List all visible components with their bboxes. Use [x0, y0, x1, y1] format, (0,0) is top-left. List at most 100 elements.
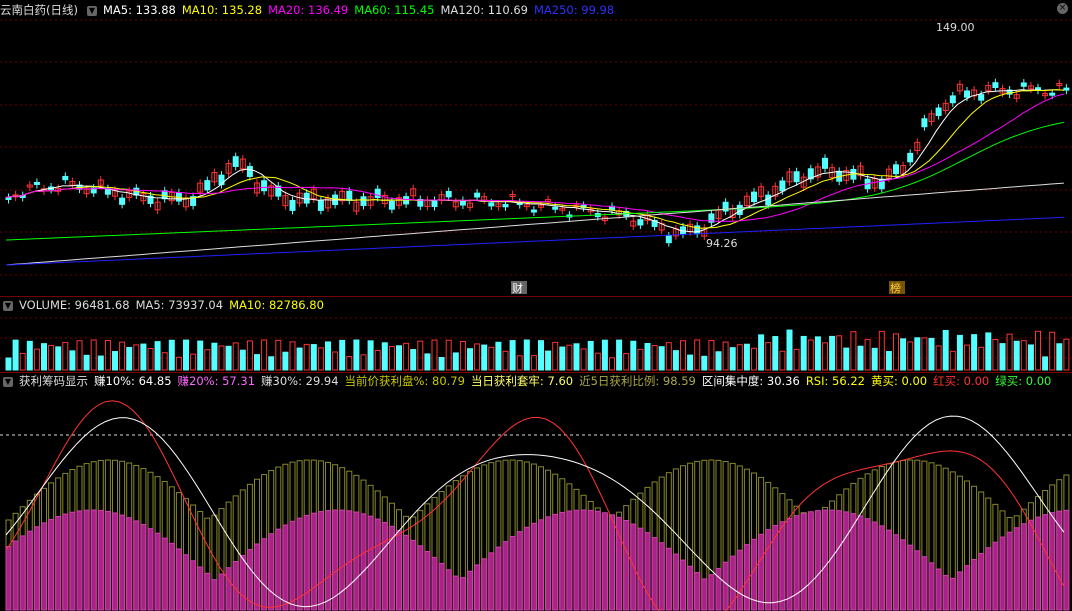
volume-bar [261, 339, 268, 371]
chip-bar [1063, 509, 1070, 611]
volume-bar [346, 356, 353, 371]
volume-bar [751, 347, 757, 371]
chip-bar [715, 567, 722, 611]
volume-bar [999, 343, 1006, 371]
volume-bar [800, 335, 807, 371]
volume-bar [850, 331, 857, 371]
chip-bar [793, 515, 800, 611]
chip-bar [119, 514, 126, 611]
volume-bar [239, 349, 246, 371]
chip-bar [637, 527, 644, 611]
candle-body [246, 166, 253, 177]
volume-bar [1006, 333, 1013, 371]
chip-bar [772, 524, 779, 611]
volume-bar [587, 340, 594, 371]
chip-bar [644, 532, 651, 611]
volume-bar [467, 348, 473, 371]
volume-bar [715, 351, 722, 371]
chip-bar [211, 579, 218, 611]
chip-bar [467, 570, 473, 611]
volume-bar [317, 347, 324, 371]
candle-body [232, 156, 239, 167]
chip-bar [424, 550, 431, 611]
chip-bar [836, 510, 843, 611]
chip-bar [1013, 527, 1020, 611]
volume-bar [864, 339, 871, 371]
volume-bar [495, 341, 502, 371]
chip-bar [630, 523, 637, 611]
chip-bar [538, 519, 544, 611]
volume-bar [296, 347, 303, 371]
chip-bar [672, 553, 679, 611]
chip-bar [481, 558, 488, 611]
candle-body [921, 118, 928, 128]
volume-bar [658, 346, 665, 371]
volume-bar [729, 347, 736, 371]
volume-bar [822, 342, 828, 371]
chip-bar [701, 578, 708, 611]
event-marker-finance[interactable]: 财 [511, 281, 527, 295]
volume-bar [807, 339, 814, 371]
volume-bar [325, 341, 331, 371]
chip-bar [76, 510, 83, 611]
chip-bar [878, 525, 885, 611]
volume-bar [303, 343, 310, 371]
volume-bar [985, 332, 992, 371]
volume-bar [623, 353, 630, 371]
chip-bar [488, 552, 495, 611]
volume-bar [488, 346, 495, 371]
volume-bar [225, 345, 232, 371]
chip-bar [566, 510, 573, 611]
chip-bar [779, 521, 786, 611]
candle-body [119, 197, 126, 205]
volume-bar [758, 334, 765, 371]
candle-body [637, 219, 644, 226]
volume-bar [1027, 344, 1034, 371]
volume-bar [175, 356, 182, 371]
low-price-label: 94.26 [706, 237, 738, 250]
chip-bar [381, 521, 388, 611]
volume-bar [616, 339, 623, 371]
candle-body [289, 199, 296, 211]
stock-chart-canvas[interactable]: 149.00 94.26 财 榜 [0, 0, 1072, 611]
chip-bar [459, 577, 466, 611]
volume-bar [232, 342, 239, 371]
chip-bar [658, 542, 665, 611]
volume-bar [168, 339, 175, 371]
volume-bar [672, 350, 679, 371]
volume-bar [538, 340, 544, 371]
candle-body [303, 192, 310, 204]
chip-bar [225, 567, 232, 611]
chip-bar [474, 564, 481, 611]
volume-bar [481, 344, 488, 371]
chip-bar [112, 512, 118, 611]
volume-bar [956, 334, 963, 371]
volume-bar [161, 352, 168, 371]
volume-bar [197, 340, 204, 371]
candle-body [474, 192, 481, 198]
candle-body [374, 188, 381, 198]
volume-bar [367, 340, 374, 371]
ma10-line [5, 89, 1064, 229]
chip-bar [239, 554, 246, 611]
chip-bar [317, 511, 324, 611]
candle-body [978, 94, 985, 101]
volume-bar [992, 338, 999, 371]
event-marker-list[interactable]: 榜 [889, 281, 905, 295]
volume-bar [829, 335, 836, 371]
candle-body [204, 180, 211, 191]
volume-bar [254, 354, 260, 371]
chip-bar [26, 530, 33, 611]
chip-bar [310, 512, 317, 611]
chip-bar [573, 509, 580, 611]
chip-bar [758, 533, 765, 611]
volume-bar [90, 339, 97, 371]
chip-bar [530, 522, 537, 611]
chip-bar [5, 545, 12, 611]
volume-bar [1063, 338, 1070, 371]
candle-body [261, 180, 268, 192]
volume-bar [701, 355, 708, 371]
candle-body [62, 175, 69, 181]
chip-bar [651, 537, 658, 611]
chip-bar [396, 530, 402, 611]
